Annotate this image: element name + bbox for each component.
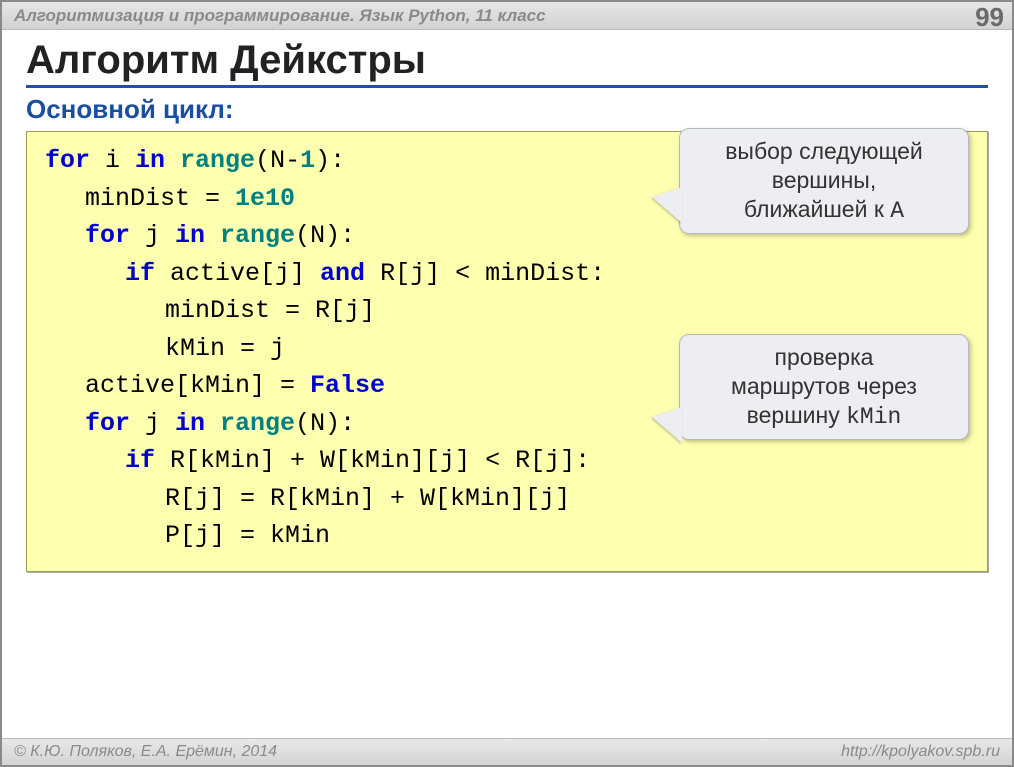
source-url: http://kpolyakov.spb.ru xyxy=(841,743,1000,761)
callout-line: маршрутов через xyxy=(694,372,954,401)
callout-line: вершину kMin xyxy=(694,401,954,432)
slide: Алгоритмизация и программирование. Язык … xyxy=(0,0,1014,767)
callout-next-vertex: выбор следующей вершины, ближайшей к A xyxy=(679,128,969,234)
callout-tail xyxy=(652,187,682,223)
page-number: 99 xyxy=(975,2,1004,33)
content: Алгоритм Дейкстры Основной цикл: for i i… xyxy=(26,38,988,735)
topbar: Алгоритмизация и программирование. Язык … xyxy=(2,2,1012,30)
code-block: for i in range(N-1): minDist = 1e10 for … xyxy=(26,131,988,572)
callout-line: выбор следующей xyxy=(694,137,954,166)
code-line: minDist = R[j] xyxy=(45,292,969,330)
authors-label: © К.Ю. Поляков, Е.А. Ерёмин, 2014 xyxy=(14,743,277,761)
page-title: Алгоритм Дейкстры xyxy=(26,38,988,88)
code-line: if R[kMin] + W[kMin][j] < R[j]: xyxy=(45,442,969,480)
code-line: P[j] = kMin xyxy=(45,517,969,555)
callout-line: ближайшей к A xyxy=(694,195,954,226)
code-line: if active[j] and R[j] < minDist: xyxy=(45,255,969,293)
footer: © К.Ю. Поляков, Е.А. Ерёмин, 2014 http:/… xyxy=(2,738,1012,765)
subject-label: Алгоритмизация и программирование. Язык … xyxy=(14,6,546,26)
callout-tail xyxy=(652,407,682,443)
section-label: Основной цикл: xyxy=(26,94,988,125)
callout-check-routes: проверка маршрутов через вершину kMin xyxy=(679,334,969,440)
callout-line: вершины, xyxy=(694,166,954,195)
callout-line: проверка xyxy=(694,343,954,372)
code-line: R[j] = R[kMin] + W[kMin][j] xyxy=(45,480,969,518)
